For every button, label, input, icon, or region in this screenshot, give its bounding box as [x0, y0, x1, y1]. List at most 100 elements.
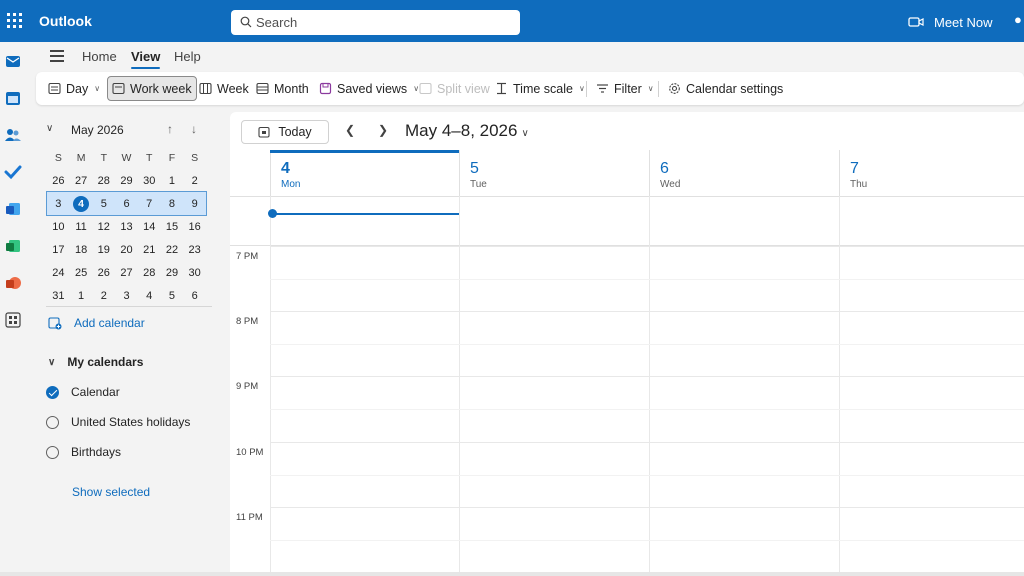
mini-calendar-day[interactable]: 6: [183, 287, 206, 305]
teams-icon[interactable]: ●: [1014, 12, 1024, 30]
next-week-icon[interactable]: ❯: [378, 123, 388, 137]
mini-calendar-day[interactable]: 31: [47, 287, 70, 305]
app-launcher-icon[interactable]: [4, 10, 22, 28]
calendar-item-us-holidays[interactable]: United States holidays: [46, 415, 190, 429]
mini-calendar-day[interactable]: 29: [161, 264, 184, 282]
mini-calendar-day[interactable]: 3: [115, 287, 138, 305]
mini-calendar-day[interactable]: 3: [47, 195, 70, 213]
mini-calendar-day[interactable]: 22: [161, 241, 184, 259]
mini-calendar-day[interactable]: 1: [161, 172, 184, 190]
today-button[interactable]: Today: [241, 120, 329, 144]
mini-calendar-day[interactable]: 23: [183, 241, 206, 259]
mini-calendar-day[interactable]: 16: [183, 218, 206, 236]
split-view-button[interactable]: Split view: [415, 76, 494, 101]
mini-calendar-day[interactable]: 26: [47, 172, 70, 190]
collapse-chevron-icon[interactable]: ∨: [46, 123, 53, 134]
unchecked-circle-icon[interactable]: [46, 415, 59, 429]
mini-calendar-day[interactable]: 29: [115, 172, 138, 190]
my-calendars-header[interactable]: ∨ My calendars: [48, 355, 143, 369]
more-apps-icon[interactable]: [4, 311, 22, 329]
my-calendars-label: My calendars: [67, 355, 144, 369]
mini-calendar-day[interactable]: 5: [161, 287, 184, 305]
app-title[interactable]: Outlook: [39, 13, 92, 29]
add-calendar-label: Add calendar: [74, 316, 145, 330]
mini-calendar-day[interactable]: 24: [47, 264, 70, 282]
search-input[interactable]: Search: [231, 10, 520, 35]
hour-label: 7 PM: [236, 251, 259, 262]
mini-calendar-day[interactable]: 2: [92, 287, 115, 305]
calendar-item-calendar[interactable]: Calendar: [46, 385, 120, 399]
mini-calendar-day[interactable]: 30: [138, 172, 161, 190]
mini-calendar-day[interactable]: 6: [115, 195, 138, 213]
mini-calendar-day[interactable]: 18: [70, 241, 93, 259]
day-header-tue[interactable]: 5 Tue: [459, 150, 649, 196]
mini-calendar-day[interactable]: 28: [138, 264, 161, 282]
day-header-thu[interactable]: 7 Thu: [839, 150, 1024, 196]
powerpoint-icon[interactable]: [4, 274, 22, 292]
unchecked-circle-icon[interactable]: [46, 445, 59, 459]
mini-calendar-day[interactable]: 20: [115, 241, 138, 259]
calendar-settings-button[interactable]: Calendar settings: [664, 76, 787, 101]
mini-calendar-day[interactable]: 15: [161, 218, 184, 236]
mini-calendar-day[interactable]: 4: [138, 287, 161, 305]
mini-calendar-day[interactable]: 26: [92, 264, 115, 282]
previous-week-icon[interactable]: ❮: [345, 123, 355, 137]
work-week-view-button[interactable]: Work week: [107, 76, 197, 101]
time-scale-label: Time scale: [513, 81, 573, 96]
mini-calendar-day[interactable]: 28: [92, 172, 115, 190]
meet-now-button[interactable]: Meet Now: [908, 12, 993, 32]
hamburger-menu-icon[interactable]: [50, 50, 64, 62]
work-week-grid: 4 Mon 5 Tue 6 Wed 7 Thu 7 PM 8 PM 9 PM 1…: [230, 150, 1024, 576]
mini-calendar-day[interactable]: 25: [70, 264, 93, 282]
saved-views-label: Saved views: [337, 81, 408, 96]
show-selected-link[interactable]: Show selected: [72, 485, 150, 499]
mini-calendar-title[interactable]: May 2026: [71, 123, 124, 137]
tab-view[interactable]: View: [131, 49, 161, 69]
saved-views-button[interactable]: Saved views ∨: [315, 76, 423, 101]
word-icon[interactable]: [4, 200, 22, 218]
mini-calendar-day[interactable]: 2: [183, 172, 206, 190]
mini-calendar-day[interactable]: 1: [70, 287, 93, 305]
month-view-button[interactable]: Month: [252, 76, 313, 101]
mini-calendar-today[interactable]: 4: [70, 195, 93, 213]
mail-icon[interactable]: [4, 52, 22, 70]
mini-calendar-day[interactable]: 11: [70, 218, 93, 236]
mini-calendar-day[interactable]: 27: [115, 264, 138, 282]
filter-button[interactable]: Filter ∨: [592, 76, 658, 101]
mini-calendar-day[interactable]: 7: [138, 195, 161, 213]
mini-calendar-day[interactable]: 10: [47, 218, 70, 236]
people-icon[interactable]: [4, 126, 22, 144]
mini-calendar-day[interactable]: 12: [92, 218, 115, 236]
mini-calendar-day[interactable]: 13: [115, 218, 138, 236]
day-header-mon[interactable]: 4 Mon: [270, 150, 459, 196]
day-view-button[interactable]: Day ∨: [44, 76, 104, 101]
time-scale-button[interactable]: Time scale ∨: [491, 76, 589, 101]
next-month-icon[interactable]: ↓: [191, 122, 197, 136]
tab-help[interactable]: Help: [174, 49, 201, 64]
day-header-wed[interactable]: 6 Wed: [649, 150, 839, 196]
search-placeholder: Search: [256, 15, 298, 30]
mini-calendar-day[interactable]: 19: [92, 241, 115, 259]
checked-circle-icon[interactable]: [46, 385, 59, 399]
mini-calendar-day[interactable]: 5: [92, 195, 115, 213]
todo-icon[interactable]: [4, 163, 22, 181]
mini-calendar-day[interactable]: 27: [70, 172, 93, 190]
date-range-label: May 4–8, 2026: [405, 121, 518, 140]
mini-calendar-day[interactable]: 8: [161, 195, 184, 213]
ribbon-divider: [658, 81, 659, 97]
tab-home[interactable]: Home: [82, 49, 117, 64]
add-calendar-button[interactable]: Add calendar: [48, 316, 145, 330]
calendar-icon[interactable]: [4, 89, 22, 107]
week-view-button[interactable]: Week: [195, 76, 253, 101]
mini-calendar-day[interactable]: 9: [183, 195, 206, 213]
chevron-down-icon: ∨: [94, 84, 101, 93]
mini-calendar-day[interactable]: 14: [138, 218, 161, 236]
mini-calendar-day[interactable]: 21: [138, 241, 161, 259]
mini-calendar-day[interactable]: 30: [183, 264, 206, 282]
excel-icon[interactable]: [4, 237, 22, 255]
previous-month-icon[interactable]: ↑: [167, 122, 173, 136]
mini-calendar-day[interactable]: 17: [47, 241, 70, 259]
date-range-picker[interactable]: May 4–8, 2026 ∨: [405, 121, 529, 141]
calendar-item-birthdays[interactable]: Birthdays: [46, 445, 121, 459]
weekday-label: F: [168, 151, 176, 164]
